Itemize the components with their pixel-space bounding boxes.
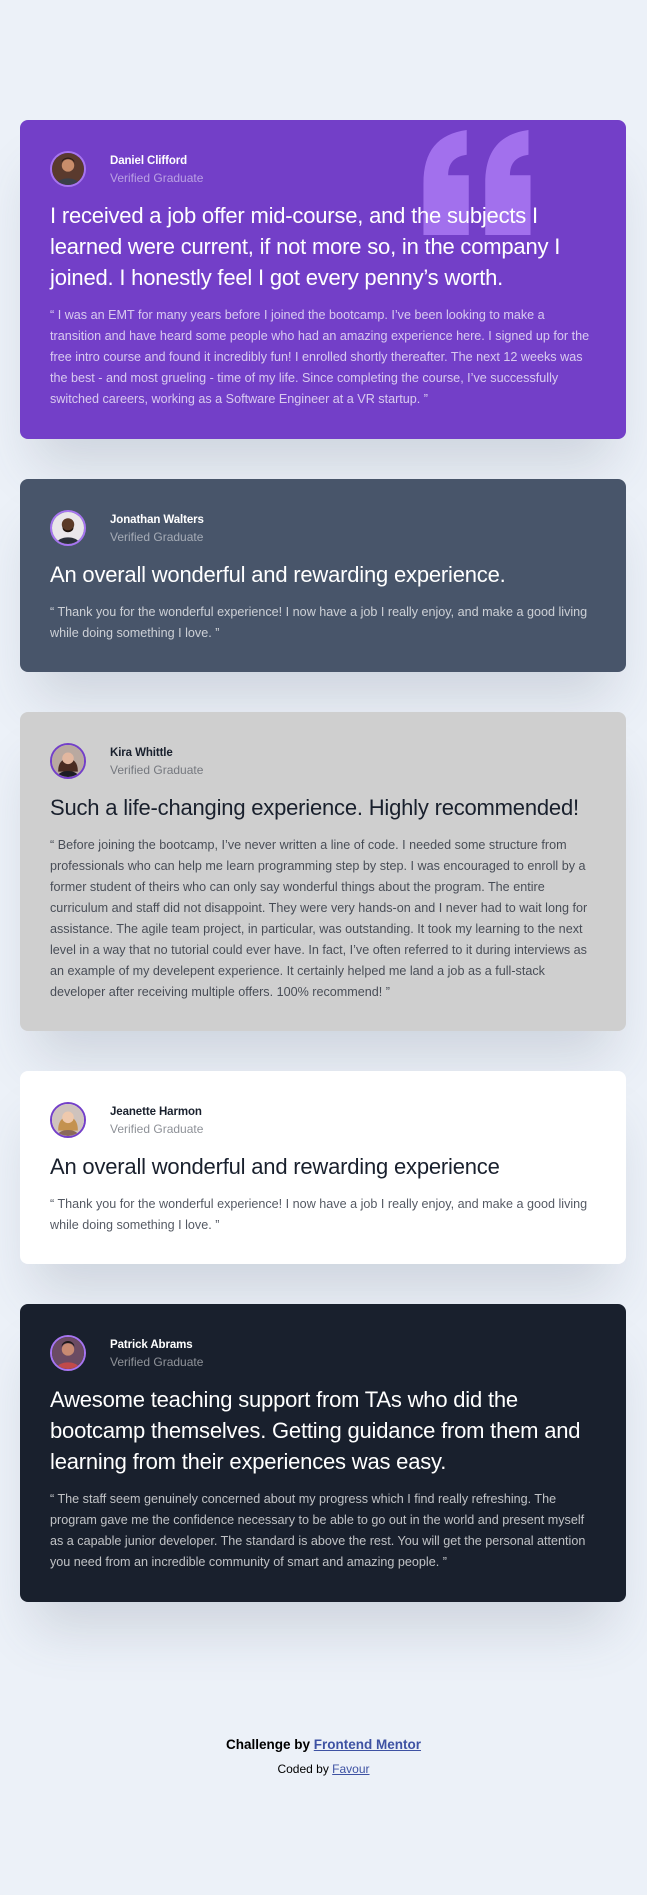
- testimonial-quote: “ Before joining the bootcamp, I’ve neve…: [50, 838, 588, 999]
- testimonial-header: Jonathan Walters Verified Graduate: [50, 509, 596, 547]
- testimonial-headline: Awesome teaching support from TAs who di…: [50, 1387, 581, 1474]
- attribution-footer: Challenge by Frontend Mentor Coded by Fa…: [0, 1735, 647, 1779]
- testimonial-headline: I received a job offer mid-course, and t…: [50, 203, 561, 290]
- testimonial-quote: “ I was an EMT for many years before I j…: [50, 308, 590, 406]
- author-role: Verified Graduate: [110, 529, 204, 544]
- person-avatar-icon: [52, 153, 84, 185]
- author-name: Daniel Clifford: [110, 154, 188, 167]
- author-name: Jeanette Harmon: [110, 1105, 202, 1118]
- person-avatar-icon: [52, 1337, 84, 1369]
- testimonial-card-jonathan: Jonathan Walters Verified Graduate An ov…: [20, 479, 626, 672]
- author-role: Verified Graduate: [110, 1121, 204, 1136]
- author-link[interactable]: Favour: [332, 1762, 369, 1776]
- testimonial-card-patrick: Patrick Abrams Verified Graduate Awesome…: [20, 1304, 626, 1602]
- challenge-prefix: Challenge by: [225, 1737, 310, 1752]
- avatar: [50, 1102, 86, 1138]
- testimonial-headline: An overall wonderful and rewarding exper…: [50, 562, 506, 587]
- person-avatar-icon: [52, 512, 84, 544]
- avatar: [50, 151, 86, 187]
- avatar: [50, 510, 86, 546]
- frontend-mentor-link[interactable]: Frontend Mentor: [314, 1737, 421, 1752]
- testimonial-quote: “ Thank you for the wonderful experience…: [50, 605, 588, 640]
- challenge-credit: Challenge by Frontend Mentor: [0, 1735, 647, 1755]
- testimonial-header: Kira Whittle Verified Graduate: [50, 742, 596, 780]
- author-name: Kira Whittle: [110, 746, 173, 759]
- person-avatar-icon: [52, 1104, 84, 1136]
- testimonial-quote: “ The staff seem genuinely concerned abo…: [50, 1492, 586, 1569]
- author-name: Jonathan Walters: [110, 513, 204, 526]
- testimonials-page: Daniel Clifford Verified Graduate I rece…: [0, 0, 647, 1895]
- author-name: Patrick Abrams: [110, 1338, 193, 1351]
- testimonial-card-daniel: Daniel Clifford Verified Graduate I rece…: [20, 120, 626, 439]
- person-avatar-icon: [52, 745, 84, 777]
- author-role: Verified Graduate: [110, 170, 204, 185]
- testimonial-header: Daniel Clifford Verified Graduate: [50, 150, 596, 188]
- testimonial-header: Jeanette Harmon Verified Graduate: [50, 1101, 596, 1139]
- avatar: [50, 1335, 86, 1371]
- author-role: Verified Graduate: [110, 762, 204, 777]
- coded-prefix: Coded by: [277, 1762, 329, 1776]
- testimonial-headline: Such a life-changing experience. Highly …: [50, 795, 579, 820]
- testimonial-header: Patrick Abrams Verified Graduate: [50, 1334, 596, 1372]
- avatar: [50, 743, 86, 779]
- testimonial-quote: “ Thank you for the wonderful experience…: [50, 1197, 588, 1232]
- coded-by-credit: Coded by Favour: [0, 1759, 647, 1779]
- testimonial-card-jeanette: Jeanette Harmon Verified Graduate An ove…: [20, 1071, 626, 1264]
- testimonial-card-kira: Kira Whittle Verified Graduate Such a li…: [20, 712, 626, 1031]
- testimonial-headline: An overall wonderful and rewarding exper…: [50, 1154, 500, 1179]
- author-role: Verified Graduate: [110, 1354, 204, 1369]
